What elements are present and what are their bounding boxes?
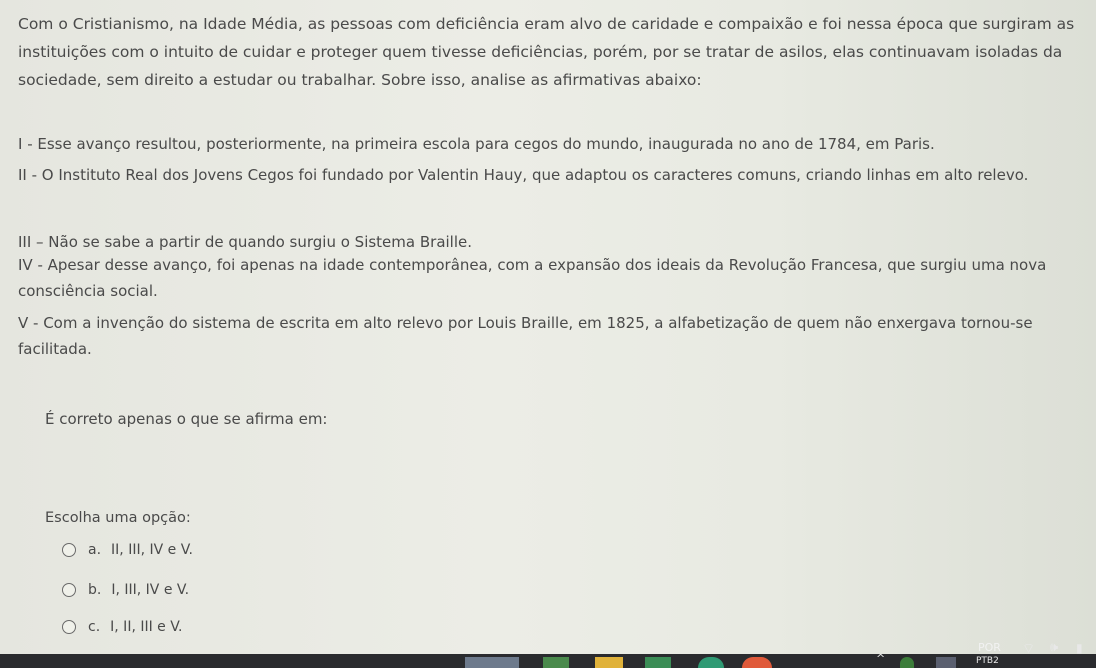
option-c-text: I, II, III e V. (110, 619, 183, 635)
browser-icon[interactable] (698, 657, 724, 668)
radio-c[interactable] (62, 620, 76, 634)
statement-iv: IV - Apesar desse avanço, foi apenas na … (18, 256, 1047, 300)
tray-app-icon[interactable] (900, 657, 914, 668)
option-a-letter: a. (88, 542, 102, 558)
language-sub: PTB2 (976, 656, 999, 666)
option-b-text: I, III, IV e V. (111, 582, 190, 598)
radio-b[interactable] (62, 583, 76, 597)
chrome-icon[interactable] (742, 657, 772, 668)
option-b[interactable]: b. I, III, IV e V. (62, 582, 189, 598)
taskbar-app-icon[interactable] (543, 657, 569, 668)
wifi-icon[interactable]: ⌔ (1022, 640, 1035, 658)
language-indicator[interactable]: POR (978, 641, 1001, 654)
battery-icon[interactable]: ▮ (1076, 641, 1083, 655)
chevron-up-icon[interactable]: ^ (876, 652, 885, 665)
folder-icon[interactable] (595, 657, 623, 668)
quiz-page: Com o Cristianismo, na Idade Média, as p… (0, 0, 1096, 668)
option-c[interactable]: c. I, II, III e V. (62, 619, 182, 635)
statement-ii: II - O Instituto Real dos Jovens Cegos f… (18, 166, 1029, 184)
question-prompt: É correto apenas o que se afirma em: (45, 410, 328, 428)
volume-icon[interactable]: 🕪 (1050, 640, 1058, 655)
option-b-letter: b. (88, 582, 102, 598)
choose-option-label: Escolha uma opção: (45, 510, 191, 526)
option-a-text: II, III, IV e V. (111, 542, 193, 558)
store-icon[interactable] (645, 657, 671, 668)
statement-i: I - Esse avanço resultou, posteriormente… (18, 135, 935, 153)
option-c-letter: c. (88, 619, 101, 635)
question-intro: Com o Cristianismo, na Idade Média, as p… (18, 15, 1075, 89)
taskbar: ^ POR PTB2 ⌔ 🕪 ▮ (0, 640, 1096, 668)
option-a[interactable]: a. II, III, IV e V. (62, 542, 193, 558)
radio-a[interactable] (62, 543, 76, 557)
taskbar-app-icon[interactable] (465, 657, 519, 668)
statement-v: V - Com a invenção do sistema de escrita… (18, 314, 1033, 358)
tray-app-icon[interactable] (936, 657, 956, 668)
